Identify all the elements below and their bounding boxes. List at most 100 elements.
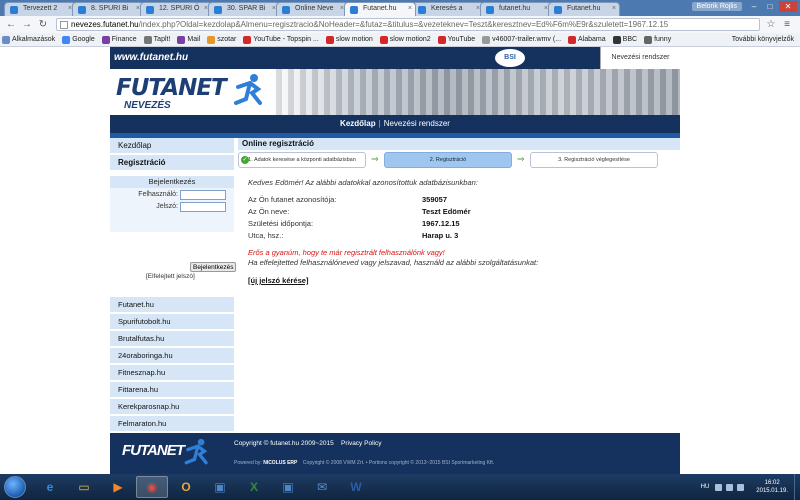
bookmark-item[interactable]: slow motion2	[379, 35, 431, 44]
partner-link[interactable]: Brutalfutas.hu	[110, 331, 234, 346]
bookmark-item[interactable]: Alabama	[568, 35, 606, 44]
forgot-password-link[interactable]: [Elfelejtett jelszó]	[146, 273, 195, 280]
partner-link[interactable]: 24oraboringa.hu	[110, 348, 234, 363]
login-button[interactable]: Bejelentkezés	[190, 262, 237, 272]
bsi-logo: BSI	[495, 49, 525, 67]
main-content: Online regisztráció ✓ 1. Adatok keresése…	[238, 138, 680, 430]
back-icon[interactable]: ←	[4, 18, 18, 32]
bookmark-label: Finance	[111, 36, 137, 43]
site-topbar: www.futanet.hu BSI Nevezési rendszer	[110, 47, 680, 69]
language-indicator[interactable]: HU	[701, 484, 710, 490]
bookmark-item[interactable]: v46007-trailer.wmv (...	[482, 35, 561, 44]
sidebar: Kezdőlap Regisztráció Bejelentkezés Felha…	[110, 138, 237, 482]
bookmark-item[interactable]: Alkalmazások	[2, 35, 55, 44]
bookmark-icon	[62, 35, 71, 44]
close-icon[interactable]: ×	[612, 5, 616, 12]
new-password-link[interactable]: [új jelszó kérése]	[248, 276, 308, 285]
bookmark-item[interactable]: BBC	[612, 35, 638, 44]
partner-link[interactable]: Felmaraton.hu	[110, 416, 234, 431]
bookmark-item[interactable]: Finance	[101, 35, 137, 44]
taskbar-word-icon[interactable]: W	[340, 476, 372, 498]
top-link-nevezesi-rendszer[interactable]: Nevezési rendszer	[600, 47, 680, 69]
bookmark-label: BBC	[622, 36, 638, 43]
privacy-policy-link[interactable]: Privacy Policy	[341, 440, 381, 447]
bookmark-label: slow motion2	[389, 36, 431, 43]
username-row: Felhasználó:	[110, 189, 234, 200]
maximize-button[interactable]: □	[762, 1, 778, 12]
intro-text: Kedves Edömér! Az alábbi adatokkal azono…	[248, 178, 478, 187]
forward-icon[interactable]: →	[20, 18, 34, 32]
flag-icon[interactable]	[715, 483, 723, 491]
taskbar-outlook-icon[interactable]: O	[170, 476, 202, 498]
taskbar-app-9-icon[interactable]: ✉	[306, 476, 338, 498]
star-icon[interactable]: ☆	[764, 18, 778, 32]
bookmark-item[interactable]: funny	[644, 35, 672, 44]
data-value: Harap u. 3	[422, 231, 459, 240]
site-url[interactable]: www.futanet.hu	[114, 52, 188, 63]
browser-tab[interactable]: futanet.hu ×	[480, 2, 552, 16]
partner-link[interactable]: Kerekparosnap.hu	[110, 399, 234, 414]
bookmark-icon	[437, 35, 446, 44]
partner-link[interactable]: Fittarena.hu	[110, 382, 234, 397]
bookmark-item[interactable]: Taplt!	[143, 35, 170, 44]
other-bookmarks[interactable]: További könyvjelzők	[732, 36, 794, 43]
data-row: Az Ön futanet azonosítója: 359057	[248, 194, 568, 206]
bookmark-item[interactable]: slow motion	[325, 35, 373, 44]
bookmark-item[interactable]: YouTube - Topspin ...	[243, 35, 319, 44]
data-value: 359057	[422, 195, 448, 204]
bookmark-item[interactable]: Mail	[177, 35, 200, 44]
footer-bottom-line: Powered by: NICOLUS ERP Copyright © 2008…	[234, 460, 494, 466]
taskbar-app-6-icon[interactable]: ▣	[204, 476, 236, 498]
browser-tab[interactable]: Futanet.hu ×	[344, 2, 416, 16]
taskbar-app-8-icon[interactable]: ▣	[272, 476, 304, 498]
brand-subtitle: NEVEZÉS	[124, 100, 171, 111]
bookmark-item[interactable]: szotar	[207, 35, 237, 44]
menu-icon[interactable]: ≡	[780, 18, 794, 32]
main-menu: Kezdőlap | Nevezési rendszer	[110, 115, 680, 133]
data-value: 1967.12.15	[422, 219, 460, 228]
username-input[interactable]	[180, 189, 226, 200]
menu-nevezesi-rendszer[interactable]: Nevezési rendszer	[384, 119, 450, 128]
brand-logo: FUTANET	[116, 75, 227, 101]
browser-tab[interactable]: Online Neve ×	[276, 2, 348, 16]
browser-tab[interactable]: 30. SPAR Bi ×	[208, 2, 280, 16]
browser-tab[interactable]: Tervezett 2 ×	[4, 2, 76, 16]
browser-tab[interactable]: Keresés a ×	[412, 2, 484, 16]
bookmark-label: funny	[654, 36, 672, 43]
close-window-button[interactable]: ✕	[779, 1, 797, 12]
password-input[interactable]	[180, 201, 226, 212]
clock[interactable]: 16:02 2015.01.19.	[756, 479, 788, 495]
taskbar-file-explorer-icon[interactable]: ▭	[68, 476, 100, 498]
bookmark-item[interactable]: Google	[62, 35, 95, 44]
browser-tab[interactable]: Futanet.hu ×	[548, 2, 620, 16]
bookmark-item[interactable]: YouTube	[437, 35, 475, 44]
minimize-button[interactable]: –	[746, 1, 762, 12]
browser-tab[interactable]: 12. SPURI Ö ×	[140, 2, 212, 16]
bookmark-label: szotar	[217, 36, 237, 43]
data-label: Utca, hsz.:	[248, 231, 284, 240]
reload-icon[interactable]: ↻	[36, 18, 50, 32]
menu-home[interactable]: Kezdőlap	[340, 119, 376, 128]
sidebar-item[interactable]: Regisztráció	[110, 155, 234, 170]
bookmark-icon	[379, 35, 388, 44]
volume-icon[interactable]	[737, 483, 745, 491]
address-bar[interactable]: nevezes.futanet.hu/index.php?Oldal=kezdo…	[56, 18, 760, 31]
sidebar-item[interactable]: Kezdőlap	[110, 138, 234, 153]
network-icon[interactable]	[726, 483, 734, 491]
start-button[interactable]	[4, 476, 26, 498]
browser-tab[interactable]: 8. SPURI Bi ×	[72, 2, 144, 16]
taskbar-media-player-icon[interactable]: ▶	[102, 476, 134, 498]
profile-button[interactable]: Belorik Rojlis	[691, 2, 742, 11]
show-desktop-button[interactable]	[794, 474, 800, 500]
bookmark-label: slow motion	[335, 36, 373, 43]
partner-link[interactable]: Spurifutobolt.hu	[110, 314, 234, 329]
step-1-label: 1. Adatok keresése a központi adatbázisb…	[248, 157, 356, 163]
taskbar-excel-icon[interactable]: X	[238, 476, 270, 498]
footer-futanet-link[interactable]: futanet.hu	[270, 440, 299, 447]
close-icon[interactable]: ×	[408, 5, 412, 12]
partner-link[interactable]: Futanet.hu	[110, 297, 234, 312]
taskbar-chrome-icon[interactable]: ◉	[136, 476, 168, 498]
partner-link[interactable]: Fitnesznap.hu	[110, 365, 234, 380]
taskbar-internet-explorer-icon[interactable]: e	[34, 476, 66, 498]
browser-tabstrip: Tervezett 2 × 8. SPURI Bi × 12. SPURI Ö × 30. …	[0, 0, 800, 16]
